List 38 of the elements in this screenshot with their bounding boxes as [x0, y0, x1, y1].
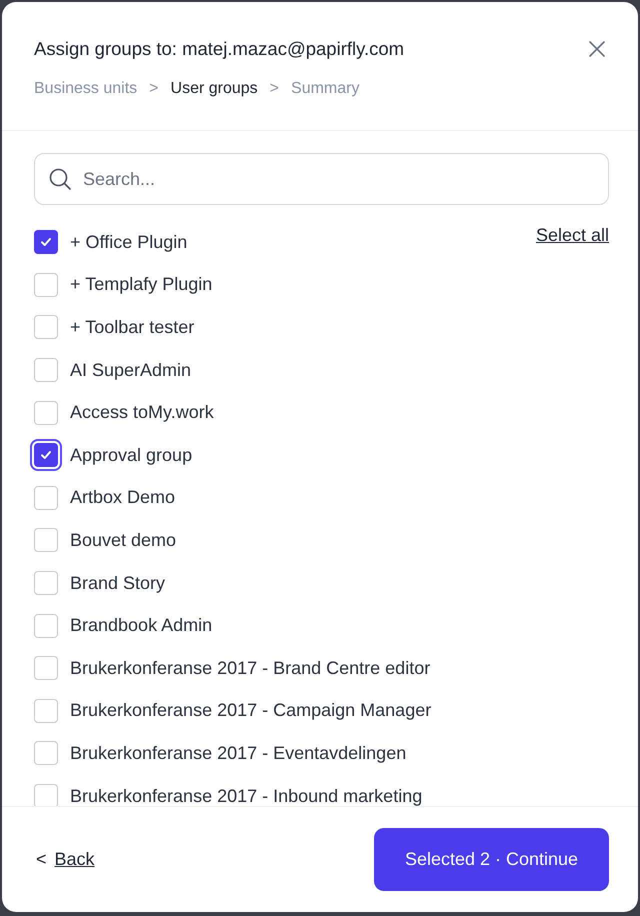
group-option[interactable]: Brand Story	[34, 562, 536, 604]
group-option[interactable]: + Templafy Plugin	[34, 264, 536, 306]
group-option[interactable]: Bouvet demo	[34, 519, 536, 562]
select-all-link[interactable]: Select all	[536, 225, 609, 246]
search-icon	[48, 167, 72, 191]
group-option[interactable]: Brukerkonferanse 2017 - Eventavdelingen	[34, 732, 536, 775]
checkbox[interactable]	[34, 315, 58, 340]
group-option[interactable]: Artbox Demo	[34, 476, 536, 520]
checkbox[interactable]	[34, 656, 58, 680]
group-option[interactable]: AI SuperAdmin	[34, 348, 536, 392]
checkbox[interactable]	[34, 571, 58, 596]
group-option[interactable]: Brukerkonferanse 2017 - Inbound marketing	[34, 774, 536, 806]
breadcrumb-separator: >	[270, 80, 280, 98]
group-option[interactable]: Access toMy.work	[34, 391, 536, 434]
checkbox[interactable]	[34, 486, 58, 510]
checkbox[interactable]	[34, 698, 58, 723]
checkbox[interactable]	[34, 614, 58, 638]
checkbox[interactable]	[34, 400, 58, 425]
breadcrumb-step: User groups	[170, 80, 258, 98]
group-option[interactable]: Brukerkonferanse 2017 - Brand Centre editor	[34, 646, 536, 690]
breadcrumb-separator: >	[149, 80, 159, 98]
group-option[interactable]: Brandbook Admin	[34, 604, 536, 647]
checkbox[interactable]	[34, 230, 58, 254]
continue-button[interactable]: Selected 2 · Continue	[374, 828, 609, 891]
back-link[interactable]: < Back	[36, 849, 95, 870]
checkbox[interactable]	[34, 272, 58, 297]
breadcrumb-step: Business units	[34, 80, 138, 98]
group-option[interactable]: Brukerkonferanse 2017 - Campaign Manager	[34, 690, 536, 732]
group-option[interactable]: + Toolbar tester	[34, 306, 536, 349]
group-option[interactable]: + Office Plugin	[34, 221, 536, 264]
breadcrumb-step: Summary	[291, 80, 360, 98]
dialog-title: Assign groups to: matej.mazac@papirfly.com	[34, 38, 404, 60]
checkbox[interactable]	[34, 741, 58, 766]
group-option[interactable]: Approval group	[34, 434, 536, 477]
search-field[interactable]: Search...	[34, 153, 609, 205]
checkbox[interactable]	[34, 358, 58, 382]
checkbox[interactable]	[34, 528, 58, 552]
checkbox[interactable]	[34, 784, 58, 806]
